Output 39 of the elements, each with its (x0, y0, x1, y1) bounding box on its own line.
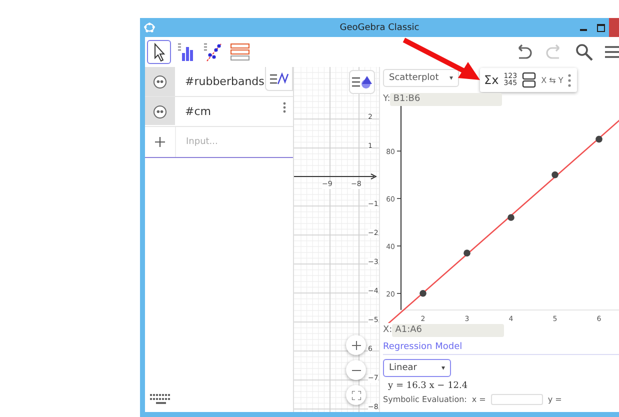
field-label: x = (472, 395, 486, 404)
search-icon[interactable] (575, 43, 593, 61)
axis-label: X: (383, 325, 392, 335)
plus-icon (352, 340, 360, 350)
swap-button[interactable]: X ⇆ Y (541, 76, 564, 84)
zoom-in-button[interactable] (346, 335, 366, 355)
style-bar-icon (351, 74, 373, 90)
plus-icon[interactable] (155, 137, 165, 147)
field-label: Symbolic Evaluation: (383, 395, 467, 404)
style-bar-button[interactable] (349, 70, 375, 94)
axis-label: Y: (383, 94, 390, 104)
app-icon (144, 22, 155, 33)
more-icon[interactable] (283, 102, 286, 113)
window-title: GeoGebra Classic (340, 22, 420, 32)
data-point (552, 171, 558, 178)
section-heading: Regression Model (383, 342, 619, 355)
more-icon[interactable] (568, 74, 572, 86)
data-point (464, 250, 470, 256)
statistics-button[interactable]: Σx (484, 73, 499, 87)
data-point (420, 290, 426, 297)
data-point (596, 136, 602, 143)
style-bar-button[interactable] (265, 67, 293, 91)
range-field[interactable]: B1:B6 (390, 92, 502, 106)
style-bar-icon (269, 72, 289, 86)
fullscreen-button[interactable] (346, 385, 366, 405)
regression-equation: y = 16.3 x − 12.4 (388, 381, 469, 391)
zoom-out-button[interactable] (346, 360, 366, 380)
field-label: y = (548, 395, 562, 404)
split-view-icon[interactable] (522, 72, 536, 88)
keyboard-icon[interactable] (150, 394, 172, 406)
input-field[interactable]: Input... (184, 136, 288, 148)
algebra-entry[interactable]: #rubberbands (185, 75, 264, 88)
value-field[interactable] (490, 394, 543, 405)
fullscreen-icon (352, 390, 360, 400)
data-point (508, 214, 514, 221)
menu-icon[interactable] (605, 44, 619, 60)
range-field[interactable]: A1:A6 (392, 324, 504, 336)
algebra-entry[interactable]: #cm (185, 105, 211, 118)
move-tool-button[interactable] (147, 40, 171, 64)
